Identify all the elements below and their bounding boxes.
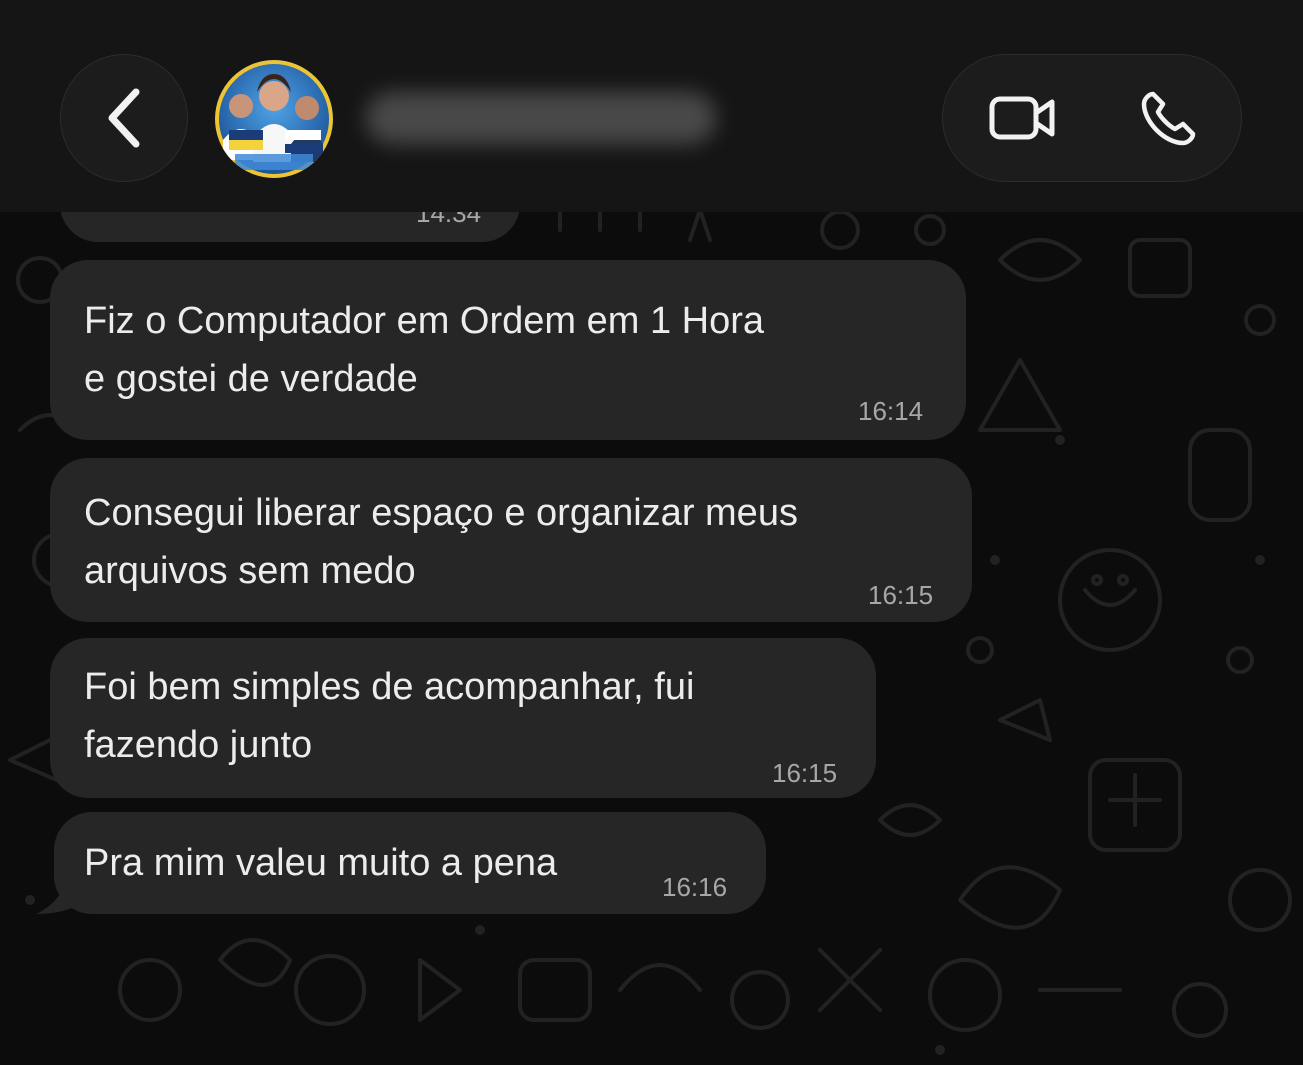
message-bubble: Fiz o Computador em Ordem em 1 Hora e go… — [50, 260, 966, 440]
voice-call-button[interactable] — [1133, 85, 1205, 151]
back-button[interactable] — [60, 54, 188, 182]
message-text-line: Consegui liberar espaço e organizar meus — [84, 492, 798, 534]
chevron-left-icon — [108, 88, 140, 148]
contact-avatar[interactable] — [215, 60, 333, 178]
call-actions — [942, 54, 1242, 182]
message-bubble: Foi bem simples de acompanhar, fui fazen… — [50, 638, 876, 798]
message-bubble: Pra mim valeu muito a pena 16:16 — [54, 812, 766, 914]
message-time: 16:16 — [662, 872, 728, 902]
message-text-line: Foi bem simples de acompanhar, fui — [84, 666, 695, 708]
contact-name[interactable] — [366, 92, 716, 144]
chat-header — [0, 0, 1303, 212]
message-text-line: Fiz o Computador em Ordem em 1 Hora — [84, 300, 765, 342]
message-text-line: Pra mim valeu muito a pena — [84, 842, 558, 884]
video-camera-icon — [989, 96, 1055, 140]
video-call-button[interactable] — [983, 85, 1063, 151]
message-bubble: Consegui liberar espaço e organizar meus… — [50, 458, 972, 622]
avatar-image — [215, 60, 333, 178]
message-text-line: fazendo junto — [84, 724, 313, 766]
message-time: 16:15 — [772, 758, 838, 788]
message-time: 16:15 — [868, 580, 934, 610]
message-time: 16:14 — [858, 396, 924, 426]
phone-icon — [1141, 91, 1196, 146]
chat-screen: 14:34 Fiz o Computador em Ordem em 1 Hor… — [0, 0, 1303, 1065]
message-text-line: arquivos sem medo — [84, 550, 416, 592]
message-text-line: e gostei de verdade — [84, 358, 418, 400]
